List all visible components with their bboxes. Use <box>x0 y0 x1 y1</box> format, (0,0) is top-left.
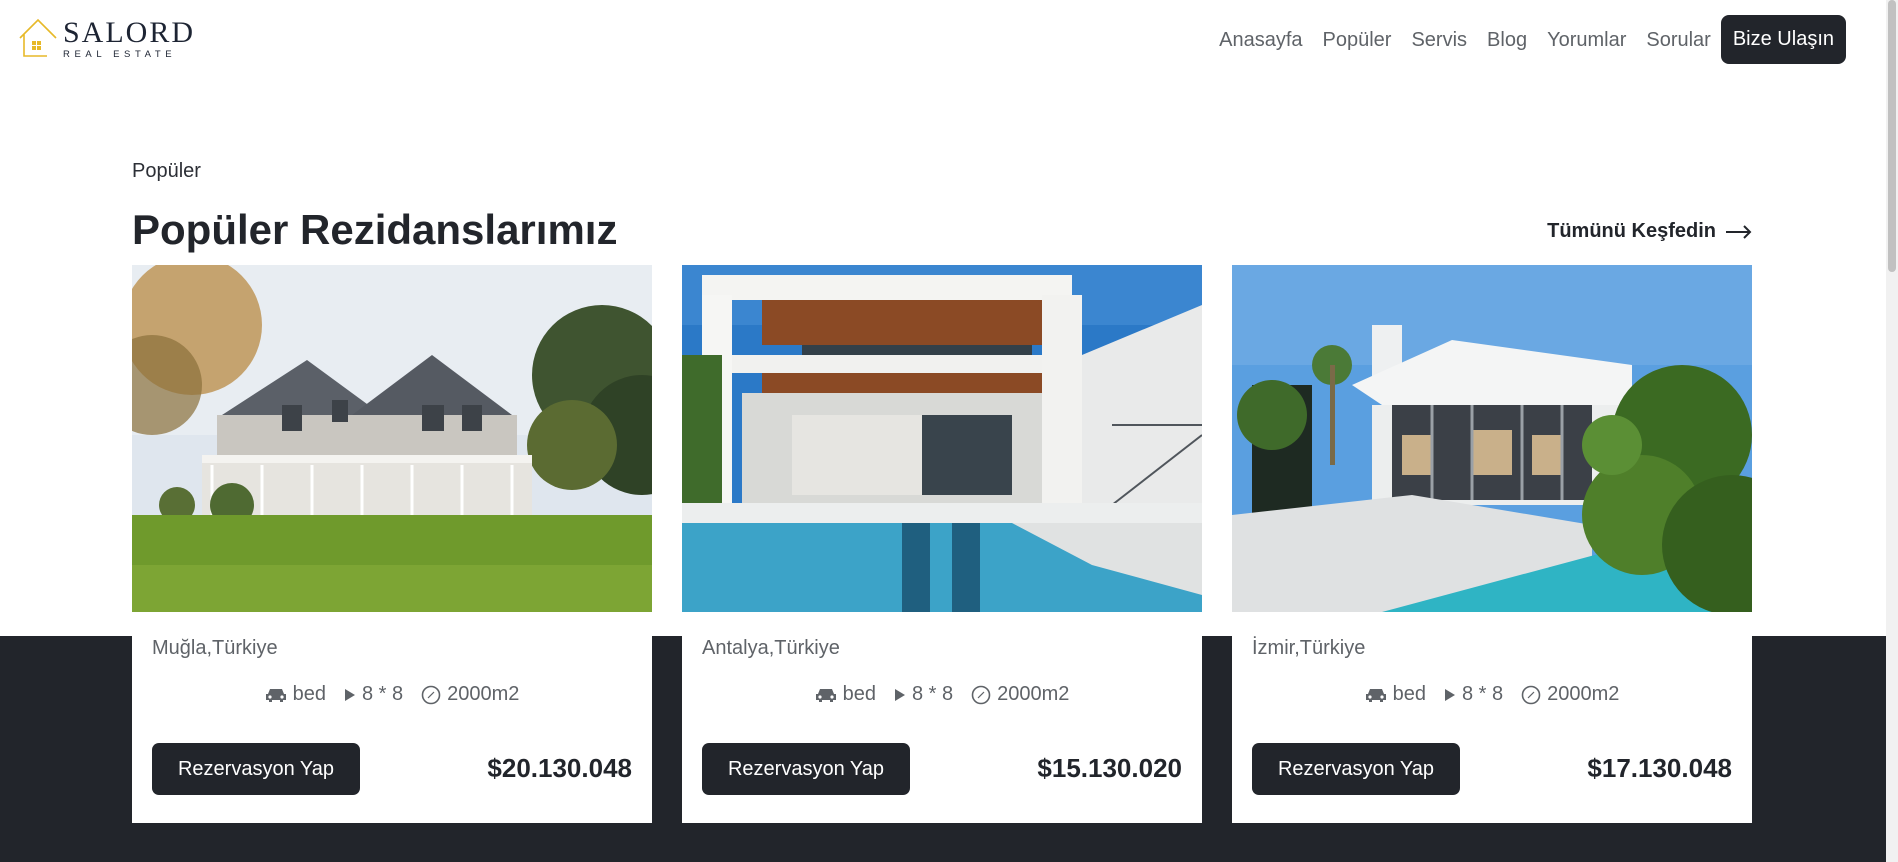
reserve-button[interactable]: Rezervasyon Yap <box>702 743 910 795</box>
nav-item-sorular[interactable]: Sorular <box>1646 16 1710 64</box>
feature-bed: bed <box>815 683 876 706</box>
car-icon <box>815 688 836 702</box>
section-title: Popüler Rezidanslarımız <box>132 206 618 253</box>
explore-all-link[interactable]: Tümünü Keşfedin <box>1547 220 1752 243</box>
feature-bed-label: bed <box>1392 683 1426 705</box>
logo[interactable]: SALORD REAL ESTATE <box>17 16 195 60</box>
logo-subtitle: REAL ESTATE <box>63 49 177 60</box>
compass-icon <box>971 685 991 704</box>
feature-area-label: 2000m2 <box>1547 683 1620 705</box>
feature-area: 2000m2 <box>421 683 519 706</box>
main-nav: Anasayfa Popüler Servis Blog Yorumlar So… <box>1199 15 1846 64</box>
explore-all-label: Tümünü Keşfedin <box>1547 220 1716 242</box>
scrollbar-thumb[interactable] <box>1888 0 1896 272</box>
nav-item-populer[interactable]: Popüler <box>1323 16 1392 64</box>
feature-area-label: 2000m2 <box>447 683 520 705</box>
feature-area-label: 2000m2 <box>997 683 1070 705</box>
reserve-button[interactable]: Rezervasyon Yap <box>152 743 360 795</box>
nav-item-blog[interactable]: Blog <box>1487 16 1527 64</box>
arrow-right-icon <box>1726 224 1752 239</box>
play-icon <box>344 688 355 701</box>
property-price: $20.130.048 <box>487 753 632 783</box>
feature-bed-label: bed <box>292 683 326 705</box>
contact-button[interactable]: Bize Ulaşın <box>1720 15 1846 64</box>
property-card: Antalya,Türkiye bed 8 * 8 2000m2 Rezerva… <box>682 265 1202 823</box>
house-logo-icon <box>19 18 57 57</box>
feature-size: 8 * 8 <box>1444 683 1503 706</box>
car-icon <box>1365 688 1386 702</box>
feature-size-label: 8 * 8 <box>361 683 404 705</box>
nav-item-servis[interactable]: Servis <box>1411 16 1467 64</box>
play-icon <box>1444 688 1455 701</box>
house-photo-image <box>132 265 652 612</box>
feature-size: 8 * 8 <box>894 683 953 706</box>
nav-item-yorumlar[interactable]: Yorumlar <box>1547 16 1626 64</box>
property-price: $17.130.048 <box>1587 753 1732 783</box>
property-card: Muğla,Türkiye bed 8 * 8 2000m2 Rezervasy… <box>132 265 652 823</box>
section-eyebrow: Popüler <box>132 160 201 182</box>
property-photo[interactable] <box>132 265 652 612</box>
feature-bed: bed <box>1365 683 1426 706</box>
property-location: Muğla,Türkiye <box>152 637 278 659</box>
property-features: bed 8 * 8 2000m2 <box>132 683 652 706</box>
feature-size: 8 * 8 <box>344 683 403 706</box>
site-header: SALORD REAL ESTATE Anasayfa Popüler Serv… <box>0 0 1898 80</box>
property-location: Antalya,Türkiye <box>702 637 840 659</box>
feature-bed-label: bed <box>842 683 876 705</box>
white-villa-photo-image <box>1232 265 1752 612</box>
compass-icon <box>421 685 441 704</box>
reserve-button[interactable]: Rezervasyon Yap <box>1252 743 1460 795</box>
feature-size-label: 8 * 8 <box>1461 683 1504 705</box>
compass-icon <box>1521 685 1541 704</box>
property-photo[interactable] <box>1232 265 1752 612</box>
property-features: bed 8 * 8 2000m2 <box>1232 683 1752 706</box>
villa-pool-photo-image <box>682 265 1202 612</box>
logo-name: SALORD <box>63 16 196 49</box>
feature-area: 2000m2 <box>1521 683 1619 706</box>
property-photo[interactable] <box>682 265 1202 612</box>
feature-size-label: 8 * 8 <box>911 683 954 705</box>
page-scrollbar[interactable] <box>1886 0 1898 862</box>
property-location: İzmir,Türkiye <box>1252 637 1366 659</box>
property-price: $15.130.020 <box>1037 753 1182 783</box>
play-icon <box>894 688 905 701</box>
car-icon <box>265 688 286 702</box>
feature-area: 2000m2 <box>971 683 1069 706</box>
feature-bed: bed <box>265 683 326 706</box>
property-cards: Muğla,Türkiye bed 8 * 8 2000m2 Rezervasy… <box>132 265 1752 823</box>
property-features: bed 8 * 8 2000m2 <box>682 683 1202 706</box>
property-card: İzmir,Türkiye bed 8 * 8 2000m2 Rezervasy… <box>1232 265 1752 823</box>
nav-item-anasayfa[interactable]: Anasayfa <box>1219 16 1302 64</box>
